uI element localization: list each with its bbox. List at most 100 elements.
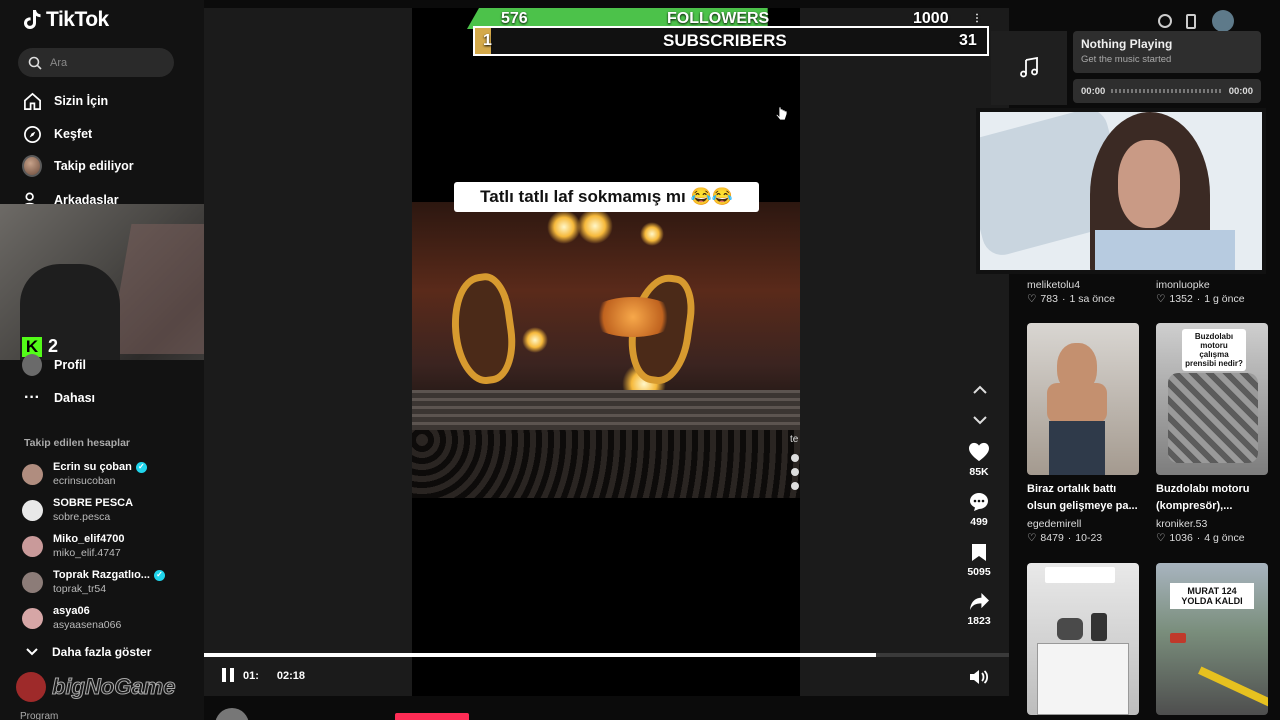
instagram-icon: [791, 482, 799, 490]
coins-icon[interactable]: [1158, 14, 1172, 28]
following-account[interactable]: asya06 asyaasena066: [22, 604, 121, 632]
account-handle: miko_elif.4747: [53, 547, 121, 559]
avatar: [215, 708, 249, 720]
nav-label: Keşfet: [54, 127, 93, 141]
thumb-title[interactable]: Buzdolabı motoru (kompresör),...: [1156, 481, 1274, 515]
avatar: [22, 607, 43, 629]
thumb-user[interactable]: meliketolu4: [1027, 279, 1080, 291]
music-time-start: 00:00: [1081, 85, 1106, 97]
chevron-down-icon: [26, 648, 38, 656]
heart-outline-icon: ♡: [1027, 293, 1037, 305]
share-button[interactable]: 1823: [962, 592, 996, 627]
subscribers-goal: 31: [959, 32, 977, 49]
thumb-ago: 10-23: [1075, 532, 1103, 544]
nav-item-following[interactable]: Takip ediliyor: [22, 155, 134, 177]
program-label: Program: [20, 711, 59, 720]
music-widget-info: Nothing Playing Get the music started: [1073, 31, 1261, 73]
music-title: Nothing Playing: [1081, 37, 1173, 51]
avatar: [22, 535, 43, 557]
video-thumbnail[interactable]: [1027, 323, 1139, 475]
time-current: 01:: [243, 670, 259, 682]
video-frame[interactable]: te: [412, 202, 800, 498]
nav-item-profile[interactable]: Profil: [22, 354, 86, 376]
music-note-icon: [1020, 57, 1038, 78]
account-handle: toprak_tr54: [53, 583, 107, 595]
thumb-overlay-text: Buzdolabı motoru çalışma prensibi nedir?: [1182, 329, 1246, 371]
heart-outline-icon: ♡: [1156, 293, 1166, 305]
video-thumbnail[interactable]: Buzdolabı motoru çalışma prensibi nedir?: [1156, 323, 1268, 475]
show-more-button[interactable]: Daha fazla göster: [26, 645, 151, 659]
thumb-stats: ♡ 8479 · 10-23: [1027, 532, 1103, 544]
account-name: Toprak Razgatlıo...: [53, 569, 150, 581]
account-name: Ecrin su çoban: [53, 461, 132, 473]
account-handle: sobre.pesca: [53, 511, 111, 523]
video-author[interactable]: kaptanayy: [215, 708, 318, 720]
account-handle: ecrinsucoban: [53, 475, 116, 487]
search-icon: [28, 56, 42, 70]
following-account[interactable]: Toprak Razgatlıo... ✓ toprak_tr54: [22, 568, 165, 596]
thumb-likes: 1036: [1169, 532, 1193, 544]
phone-icon[interactable]: [1186, 14, 1196, 29]
video-progress-bar[interactable]: [204, 653, 1009, 657]
thumb-stats: ♡ 1036 · 4 g önce: [1156, 532, 1245, 544]
save-button[interactable]: 5095: [962, 543, 996, 578]
avatar: [22, 499, 43, 521]
music-subtitle: Get the music started: [1081, 54, 1172, 65]
save-count: 5095: [967, 566, 991, 578]
following-account[interactable]: Miko_elif4700 miko_elif.4747: [22, 532, 125, 560]
video-time: 01: 02:18: [243, 670, 305, 682]
thumb-user[interactable]: kroniker.53: [1156, 518, 1207, 530]
bookmark-icon: [972, 544, 986, 561]
previous-video-button[interactable]: [972, 385, 988, 395]
home-icon: [22, 91, 42, 111]
video-thumbnail[interactable]: [976, 108, 1266, 274]
video-progress-fill: [204, 653, 877, 657]
subscribers-current: 1: [483, 32, 492, 49]
tiktok-logo[interactable]: TikTok: [22, 8, 109, 32]
pause-button[interactable]: [220, 668, 236, 684]
nav-item-more[interactable]: ··· Dahası: [22, 388, 95, 408]
search-bar[interactable]: [18, 48, 174, 77]
like-button[interactable]: 85K: [962, 442, 996, 478]
sidebar: TikTok Sizin İçin Keşfet Takip ediliyor …: [0, 0, 333, 720]
avatar: [22, 571, 43, 593]
nav-item-for-you[interactable]: Sizin İçin: [22, 91, 108, 111]
following-account[interactable]: Ecrin su çoban ✓ ecrinsucoban: [22, 460, 147, 488]
thumb-user[interactable]: imonluopke: [1156, 279, 1210, 291]
comment-icon: [970, 493, 988, 511]
thumb-ago: 1 sa önce: [1069, 293, 1115, 305]
like-count: 85K: [969, 466, 989, 478]
heart-outline-icon: ♡: [1027, 532, 1037, 544]
search-input[interactable]: [50, 56, 160, 69]
video-watermark: te: [790, 434, 799, 445]
video-thumbnail[interactable]: MURAT 124 YOLDA KALDI: [1156, 563, 1268, 715]
following-avatar: [22, 155, 42, 177]
comment-button[interactable]: 499: [962, 492, 996, 528]
video-thumbnail[interactable]: [1027, 563, 1139, 715]
thumb-user[interactable]: egedemirell: [1027, 518, 1081, 530]
thumb-stats: ♡ 1352 · 1 g önce: [1156, 293, 1245, 305]
following-account[interactable]: SOBRE PESCA sobre.pesca: [22, 496, 133, 524]
twitter-icon: [791, 468, 799, 476]
verified-icon: ✓: [135, 461, 147, 473]
profile-avatar: [22, 354, 42, 376]
thumb-likes: 8479: [1040, 532, 1064, 544]
tiktok-note-icon: [24, 10, 41, 29]
nav-label: Takip ediliyor: [54, 159, 134, 173]
top-right-actions: [1158, 10, 1234, 32]
video-caption: Tatlı tatlı laf sokmamış mı 😂😂: [454, 182, 759, 212]
compass-icon: [22, 124, 42, 144]
thumb-overlay-text: MURAT 124 YOLDA KALDI: [1170, 583, 1254, 609]
nav-label: Sizin İçin: [54, 94, 109, 108]
follow-button[interactable]: [395, 713, 469, 720]
nav-item-explore[interactable]: Keşfet: [22, 124, 92, 144]
profile-avatar[interactable]: [1212, 10, 1234, 32]
thumb-title[interactable]: Biraz ortalık battı olsun gelişmeye pa..…: [1027, 481, 1145, 515]
facebook-icon: [791, 454, 799, 462]
thumb-stats: ♡ 783 · 1 sa önce: [1027, 293, 1115, 305]
volume-icon[interactable]: [969, 668, 989, 686]
next-video-button[interactable]: [972, 415, 988, 425]
verified-icon: ✓: [153, 569, 165, 581]
account-name: SOBRE PESCA: [53, 497, 134, 509]
share-icon: [969, 592, 989, 611]
